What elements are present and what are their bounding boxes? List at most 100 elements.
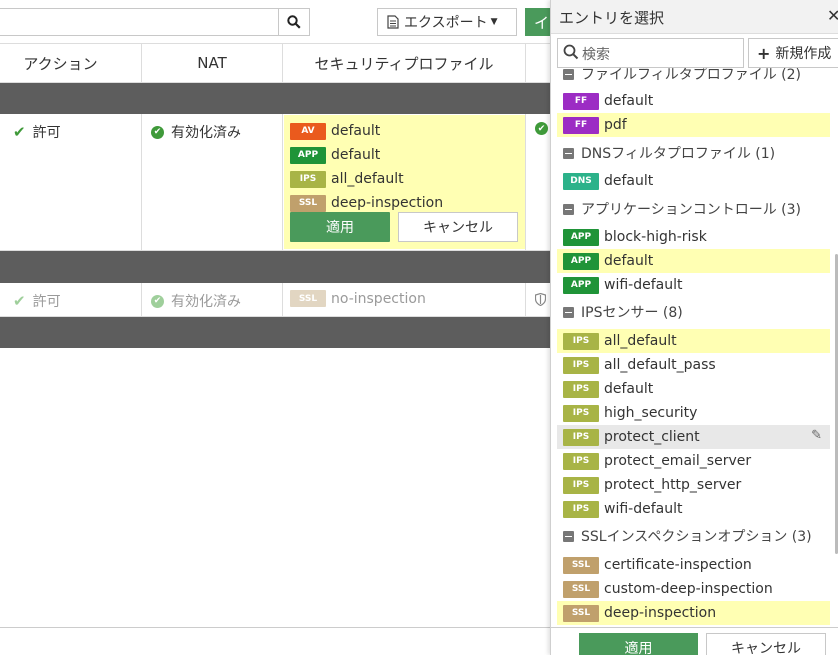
group-header[interactable]: IPSセンサー (8)	[563, 300, 683, 324]
profile-item[interactable]: AV default	[290, 121, 380, 141]
panel-search-input[interactable]: 検索	[557, 38, 744, 68]
entry-list[interactable]: ファイルフィルタプロファイル (2) FF default FF pdf DNS…	[551, 68, 838, 627]
entry-item[interactable]: IPS default	[557, 377, 830, 401]
check-icon: ✔	[13, 292, 26, 310]
action-cell: ✔ 許可	[13, 122, 61, 142]
entry-name: all_default	[604, 333, 677, 349]
check-circle-icon: ✔	[535, 122, 548, 135]
entry-name: wifi-default	[604, 277, 683, 293]
entry-name: protect_email_server	[604, 453, 752, 469]
av-badge: AV	[290, 122, 326, 140]
ips-badge: IPS	[290, 170, 326, 188]
close-icon[interactable]: ✕	[827, 6, 838, 25]
entry-item[interactable]: IPS wifi-default	[557, 497, 830, 521]
profile-item[interactable]: APP default	[290, 145, 380, 165]
ips-badge: IPS	[563, 452, 599, 470]
check-circle-icon: ✔	[151, 125, 164, 139]
group-header[interactable]: ファイルフィルタプロファイル (2)	[563, 68, 801, 86]
edit-pencil-icon[interactable]: ✎	[811, 428, 822, 443]
app-badge: APP	[563, 276, 599, 294]
nat-cell: ✔ 有効化済み	[151, 291, 241, 311]
entry-item[interactable]: APP block-high-risk	[557, 225, 830, 249]
entry-item[interactable]: SSL custom-deep-inspection	[557, 577, 830, 601]
app-badge: APP	[290, 146, 326, 164]
shield-icon	[535, 293, 546, 306]
ssl-badge: SSL	[290, 290, 326, 307]
entry-item[interactable]: FF default	[557, 89, 830, 113]
entry-name: default	[604, 173, 654, 189]
ssl-badge: SSL	[563, 556, 599, 574]
action-value: 許可	[32, 125, 61, 141]
table-footer	[0, 627, 560, 655]
entry-name: all_default_pass	[604, 357, 716, 373]
column-header-action[interactable]: アクション	[0, 44, 142, 82]
search-button[interactable]	[278, 8, 310, 36]
policy-search-input[interactable]	[0, 8, 279, 36]
caret-down-icon: ▼	[490, 17, 498, 27]
app-badge: APP	[563, 252, 599, 270]
entry-item[interactable]: IPS all_default	[557, 329, 830, 353]
entry-name: certificate-inspection	[604, 557, 752, 573]
collapse-icon[interactable]	[563, 68, 574, 80]
entry-item[interactable]: APP default	[557, 249, 830, 273]
panel-title: エントリを選択	[559, 9, 665, 27]
group-header[interactable]: SSLインスペクションオプション (3)	[563, 524, 812, 548]
create-new-label: 新規作成	[775, 46, 832, 62]
check-icon: ✔	[13, 123, 26, 141]
collapse-icon[interactable]	[563, 147, 574, 159]
entry-item[interactable]: IPS protect_http_server	[557, 473, 830, 497]
nat-cell: ✔ 有効化済み	[151, 122, 241, 142]
profile-name: no-inspection	[331, 290, 426, 307]
section-band[interactable]	[0, 83, 560, 114]
section-band[interactable]	[0, 251, 560, 283]
entry-item[interactable]: IPS high_security	[557, 401, 830, 425]
entry-item[interactable]: SSL certificate-inspection	[557, 553, 830, 577]
entry-item[interactable]: DNS default	[557, 169, 830, 193]
entry-item[interactable]: IPS protect_email_server	[557, 449, 830, 473]
entry-item[interactable]: APP wifi-default	[557, 273, 830, 297]
check-circle-icon: ✔	[151, 294, 164, 308]
group-header[interactable]: DNSフィルタプロファイル (1)	[563, 141, 775, 165]
group-title: ファイルフィルタプロファイル (2)	[581, 68, 802, 83]
profile-item[interactable]: SSL deep-inspection	[290, 193, 443, 213]
group-title: アプリケーションコントロール (3)	[581, 202, 802, 218]
column-header-security-profile[interactable]: セキュリティプロファイル	[283, 44, 526, 82]
entry-item[interactable]: IPS protect_client ✎	[557, 425, 830, 449]
group-header[interactable]: アプリケーションコントロール (3)	[563, 197, 801, 221]
entry-name: custom-deep-inspection	[604, 581, 773, 597]
create-new-button[interactable]: + 新規作成	[748, 38, 838, 68]
section-band[interactable]	[0, 317, 560, 348]
search-placeholder: 検索	[582, 47, 610, 63]
profile-name: deep-inspection	[331, 195, 444, 211]
profile-item[interactable]: IPS all_default	[290, 169, 404, 189]
entry-name: default	[604, 93, 654, 109]
firewall-policy-editor: エクスポート ▼ イ アクション NAT セキュリティプロファイル ✔ 許可 ✔…	[0, 0, 838, 655]
nat-value: 有効化済み	[171, 125, 241, 141]
profile-name: all_default	[331, 171, 404, 187]
collapse-icon[interactable]	[563, 203, 574, 215]
export-button[interactable]: エクスポート ▼	[377, 8, 517, 36]
panel-cancel-button[interactable]: キャンセル	[706, 633, 826, 655]
panel-apply-button[interactable]: 適用	[579, 633, 698, 655]
group-title: IPSセンサー (8)	[581, 305, 683, 321]
apply-button[interactable]: 適用	[290, 212, 390, 242]
table-row[interactable]: ✔ 許可 ✔ 有効化済み SSL no-inspection	[0, 283, 560, 317]
entry-item[interactable]: SSL deep-inspection	[557, 601, 830, 625]
entry-name: wifi-default	[604, 501, 683, 517]
entry-picker-panel: エントリを選択 ✕ 検索 + 新規作成 ファイルフィルタプロファイル (2) F…	[550, 0, 838, 655]
ssl-badge: SSL	[290, 194, 326, 212]
entry-name: pdf	[604, 117, 627, 133]
document-icon	[387, 15, 399, 29]
collapse-icon[interactable]	[563, 306, 574, 318]
search-icon	[563, 44, 579, 60]
column-header-nat[interactable]: NAT	[142, 44, 283, 82]
ips-badge: IPS	[563, 380, 599, 398]
entry-name: block-high-risk	[604, 229, 707, 245]
dns-badge: DNS	[563, 172, 599, 190]
ff-badge: FF	[563, 92, 599, 110]
profile-name: default	[331, 147, 381, 163]
collapse-icon[interactable]	[563, 530, 574, 542]
entry-item[interactable]: IPS all_default_pass	[557, 353, 830, 377]
cancel-button[interactable]: キャンセル	[398, 212, 518, 242]
entry-item[interactable]: FF pdf	[557, 113, 830, 137]
